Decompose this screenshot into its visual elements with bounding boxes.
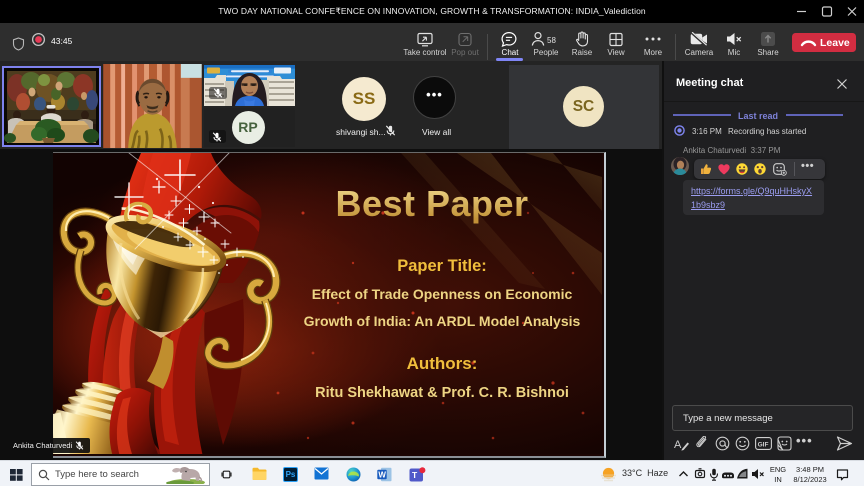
svg-text:GIF: GIF xyxy=(758,441,769,448)
svg-text:W: W xyxy=(378,470,386,479)
svg-text:T: T xyxy=(412,470,418,480)
svg-text:A: A xyxy=(674,439,682,451)
